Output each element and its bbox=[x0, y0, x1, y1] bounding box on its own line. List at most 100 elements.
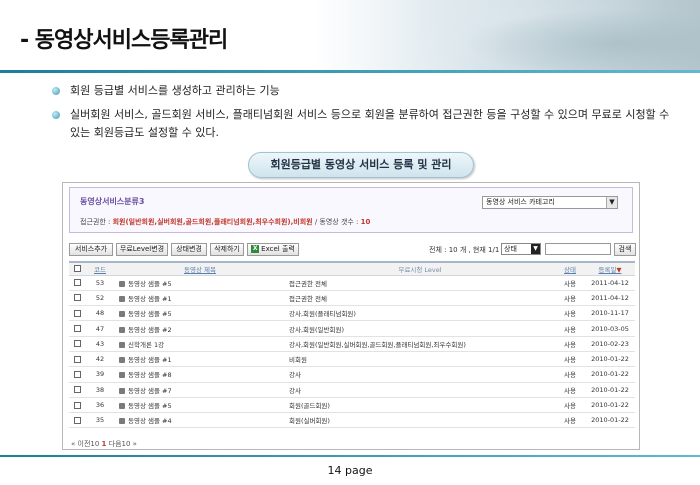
row-select-cell bbox=[69, 366, 85, 383]
table-row[interactable]: 47 동영상 샘플 #2 강사,회원(일반회원) 사용 2010-03-05 bbox=[69, 320, 635, 337]
row-title[interactable]: 신학개론 1강 bbox=[128, 341, 164, 349]
table-header-row: 코드 동영상 제목 무료시청 Level 상태 등록일▼ bbox=[69, 261, 635, 276]
row-free-level: 강사 bbox=[285, 382, 555, 398]
column-header-code[interactable]: 코드 bbox=[85, 261, 115, 276]
column-header-free-level: 무료시청 Level bbox=[285, 261, 555, 276]
video-icon bbox=[119, 357, 125, 364]
row-code: 35 bbox=[85, 412, 115, 429]
row-title[interactable]: 동영상 샘플 #2 bbox=[128, 326, 172, 334]
row-checkbox[interactable] bbox=[73, 401, 81, 409]
table-row[interactable]: 53 동영상 샘플 #5 접근권한 전체 사용 2011-04-12 bbox=[69, 275, 635, 291]
row-checkbox[interactable] bbox=[73, 279, 81, 287]
table-row[interactable]: 35 동영상 샘플 #4 회원(실버회원) 사용 2010-01-22 bbox=[69, 412, 635, 429]
column-header-state[interactable]: 상태 bbox=[555, 261, 585, 276]
row-select-cell bbox=[69, 412, 85, 429]
row-title-cell[interactable]: 동영상 샘플 #7 bbox=[115, 382, 285, 398]
state-change-button[interactable]: 상태변경 bbox=[171, 243, 207, 256]
column-header-date-label: 등록일 bbox=[598, 265, 617, 274]
state-filter-select[interactable]: 상태 ▼ bbox=[501, 243, 541, 255]
row-state: 사용 bbox=[555, 412, 585, 429]
row-title[interactable]: 동영상 샘플 #7 bbox=[128, 387, 172, 395]
row-title-cell[interactable]: 동영상 샘플 #5 bbox=[115, 305, 285, 322]
table-row[interactable]: 43 신학개론 1강 강사,회원(일반회원,실버회원,골드회원,플래티넘회원,최우수… bbox=[69, 336, 635, 352]
row-date: 2010-03-05 bbox=[585, 320, 635, 337]
row-title[interactable]: 동영상 샘플 #5 bbox=[128, 280, 172, 288]
row-free-level: 강사,회원(플래티넘회원) bbox=[285, 305, 555, 322]
row-checkbox[interactable] bbox=[73, 416, 81, 424]
row-title-cell[interactable]: 동영상 샘플 #1 bbox=[115, 290, 285, 307]
row-title-cell[interactable]: 동영상 샘플 #8 bbox=[115, 366, 285, 383]
row-free-level: 강사 bbox=[285, 366, 555, 383]
row-select-cell bbox=[69, 305, 85, 322]
video-icon bbox=[119, 341, 125, 348]
row-title[interactable]: 동영상 샘플 #4 bbox=[128, 417, 172, 425]
row-code: 43 bbox=[85, 336, 115, 352]
pager-current-page[interactable]: 1 bbox=[102, 440, 107, 448]
category-select[interactable]: 동영상 서비스 카테고리 ▼ bbox=[482, 196, 618, 209]
table-row[interactable]: 38 동영상 샘플 #7 강사 사용 2010-01-22 bbox=[69, 382, 635, 398]
pager-prev-link[interactable]: « 이전10 bbox=[71, 440, 99, 448]
table-row[interactable]: 48 동영상 샘플 #5 강사,회원(플래티넘회원) 사용 2010-11-17 bbox=[69, 305, 635, 322]
category-select-value: 동영상 서비스 카테고리 bbox=[486, 198, 555, 206]
row-title[interactable]: 동영상 샘플 #1 bbox=[128, 295, 172, 303]
row-select-cell bbox=[69, 320, 85, 337]
video-icon bbox=[119, 280, 125, 287]
bullet-dot-icon bbox=[52, 87, 60, 95]
column-header-title[interactable]: 동영상 제목 bbox=[115, 261, 285, 276]
pager-next-link[interactable]: 다음10 » bbox=[109, 440, 137, 448]
row-checkbox[interactable] bbox=[73, 325, 81, 333]
row-title-cell[interactable]: 동영상 샘플 #4 bbox=[115, 412, 285, 429]
row-select-cell bbox=[69, 382, 85, 398]
row-state: 사용 bbox=[555, 366, 585, 383]
row-title[interactable]: 동영상 샘플 #5 bbox=[128, 310, 172, 318]
row-title[interactable]: 동영상 샘플 #5 bbox=[128, 402, 172, 410]
access-levels: 회원(일반회원,실버회원,골드회원,플래티넘회원,최우수회원),비회원 bbox=[112, 218, 313, 226]
select-all-checkbox[interactable] bbox=[73, 265, 81, 273]
add-service-button[interactable]: 서비스추가 bbox=[69, 243, 113, 256]
video-icon bbox=[119, 403, 125, 410]
chevron-down-icon[interactable]: ▼ bbox=[531, 244, 540, 254]
row-title-cell[interactable]: 신학개론 1강 bbox=[115, 336, 285, 352]
row-checkbox[interactable] bbox=[73, 294, 81, 302]
row-select-cell bbox=[69, 275, 85, 291]
row-title[interactable]: 동영상 샘플 #8 bbox=[128, 371, 172, 379]
row-code: 52 bbox=[85, 290, 115, 307]
delete-button[interactable]: 삭제하기 bbox=[210, 243, 244, 256]
row-title-cell[interactable]: 동영상 샘플 #2 bbox=[115, 320, 285, 337]
video-icon bbox=[119, 326, 125, 333]
row-checkbox[interactable] bbox=[73, 309, 81, 317]
row-code: 38 bbox=[85, 382, 115, 398]
row-checkbox[interactable] bbox=[73, 370, 81, 378]
row-title-cell[interactable]: 동영상 샘플 #1 bbox=[115, 351, 285, 368]
row-state: 사용 bbox=[555, 290, 585, 307]
row-code: 53 bbox=[85, 275, 115, 291]
sort-desc-icon: ▼ bbox=[616, 265, 622, 274]
table-row[interactable]: 52 동영상 샘플 #1 접근권한 전체 사용 2011-04-12 bbox=[69, 290, 635, 307]
table-row[interactable]: 39 동영상 샘플 #8 강사 사용 2010-01-22 bbox=[69, 366, 635, 383]
row-code: 39 bbox=[85, 366, 115, 383]
row-free-level: 강사,회원(일반회원,실버회원,골드회원,플래티넘회원,최우수회원) bbox=[285, 336, 555, 352]
excel-export-button[interactable]: X Excel 출력 bbox=[247, 243, 299, 256]
row-title-cell[interactable]: 동영상 샘플 #5 bbox=[115, 397, 285, 414]
table-row[interactable]: 42 동영상 샘플 #1 비회원 사용 2010-01-22 bbox=[69, 351, 635, 368]
row-title-cell[interactable]: 동영상 샘플 #5 bbox=[115, 275, 285, 291]
row-date: 2010-01-22 bbox=[585, 397, 635, 414]
row-checkbox[interactable] bbox=[73, 340, 81, 348]
column-header-date[interactable]: 등록일▼ bbox=[585, 261, 635, 276]
header-decoration bbox=[420, 0, 700, 72]
row-title[interactable]: 동영상 샘플 #1 bbox=[128, 356, 172, 364]
page-number: 14 page bbox=[327, 464, 373, 477]
search-input[interactable] bbox=[545, 243, 611, 255]
bullet-dot-icon bbox=[52, 111, 60, 119]
access-info: 접근권한 : 회원(일반회원,실버회원,골드회원,플래티넘회원,최우수회원),비… bbox=[80, 217, 370, 227]
table-row[interactable]: 36 동영상 샘플 #5 회원(골드회원) 사용 2010-01-22 bbox=[69, 397, 635, 414]
row-checkbox[interactable] bbox=[73, 386, 81, 394]
search-button[interactable]: 검색 bbox=[614, 243, 636, 256]
video-icon bbox=[119, 311, 125, 318]
free-level-change-button[interactable]: 무료Level변경 bbox=[116, 243, 168, 256]
row-date: 2010-01-22 bbox=[585, 366, 635, 383]
slide-title: - 동영상서비스등록관리 bbox=[20, 28, 228, 53]
row-checkbox[interactable] bbox=[73, 355, 81, 363]
row-code: 47 bbox=[85, 320, 115, 337]
chevron-down-icon[interactable]: ▼ bbox=[606, 197, 617, 208]
